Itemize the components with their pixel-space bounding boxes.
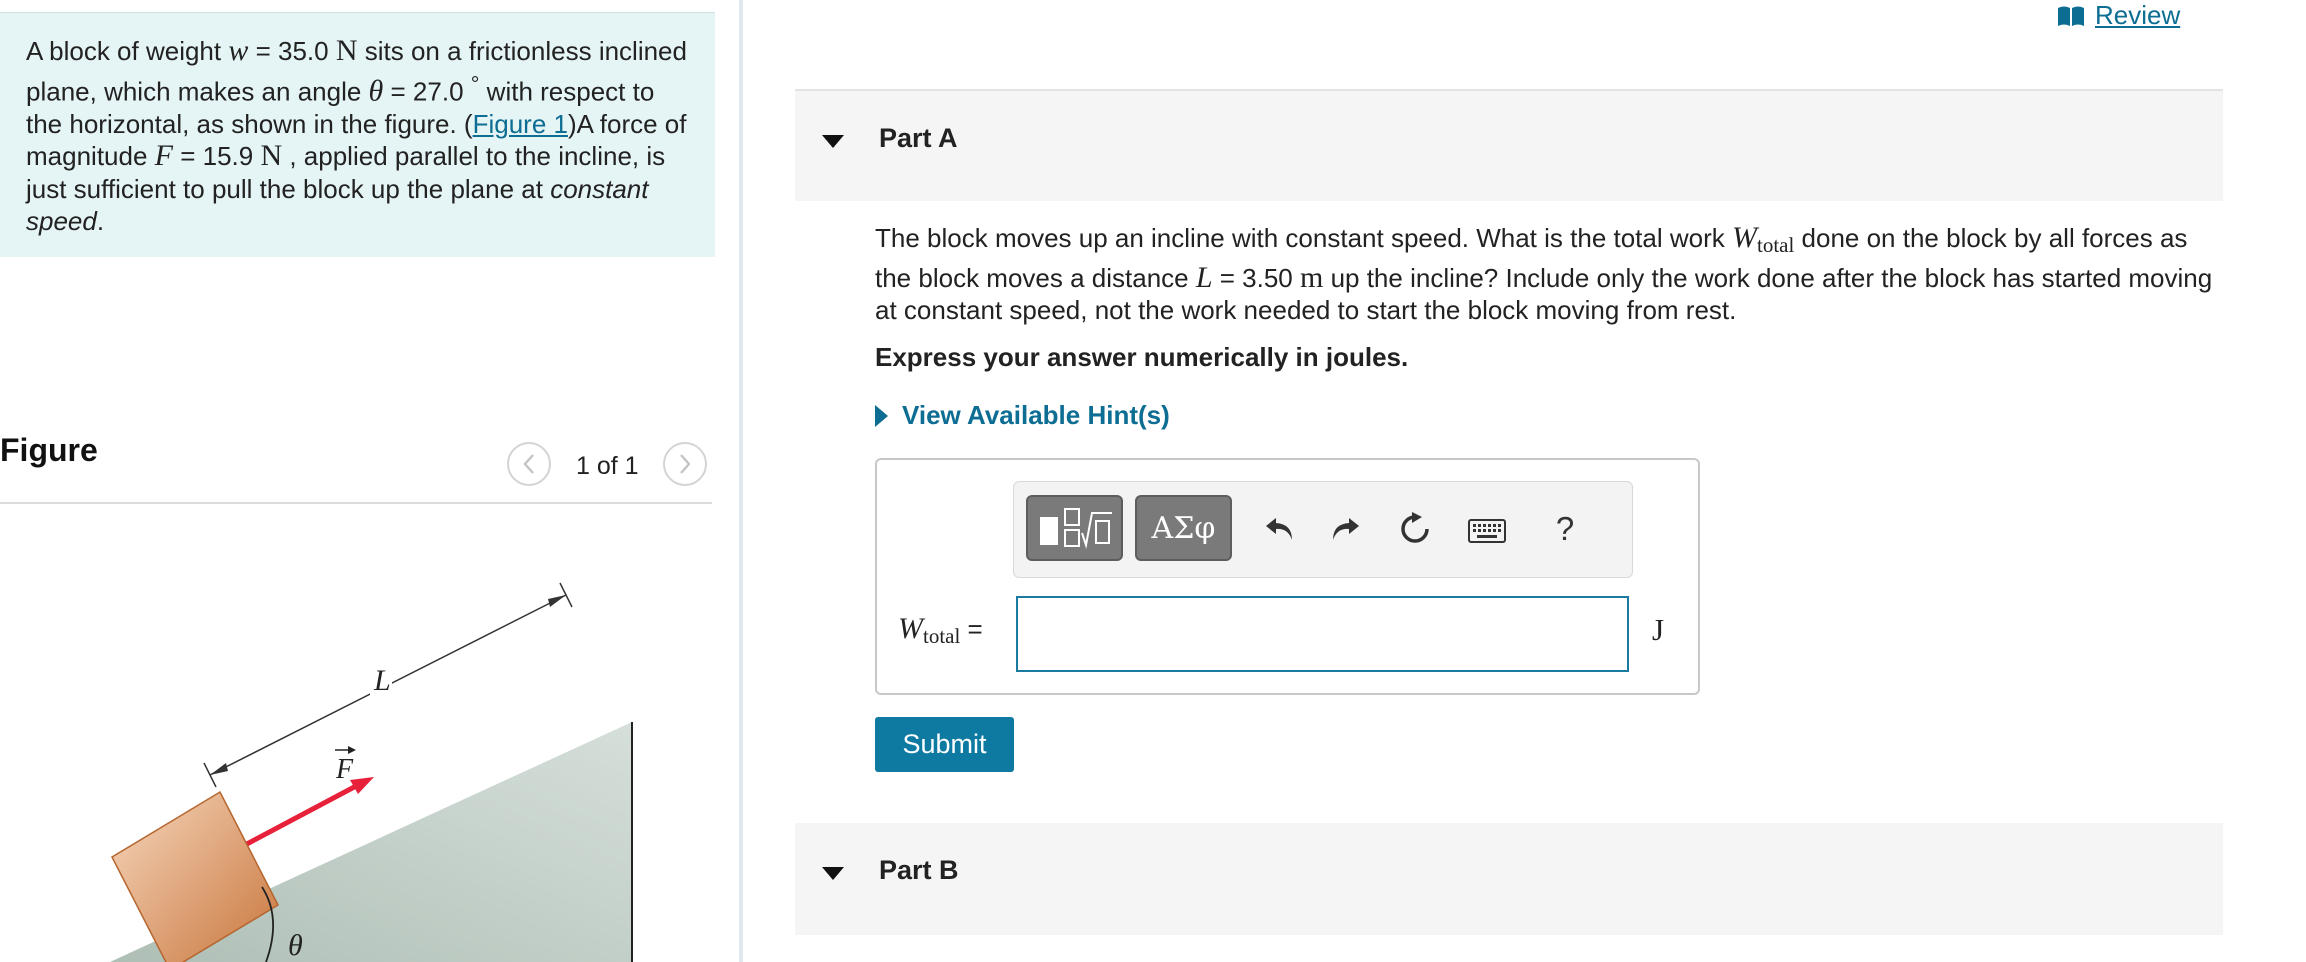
review-link[interactable]: Review	[2057, 0, 2180, 31]
figure-counter: 1 of 1	[576, 452, 639, 480]
work-symbol: W	[1731, 221, 1757, 254]
figure-link[interactable]: Figure 1	[473, 109, 568, 139]
force-arrow-head	[350, 777, 374, 794]
problem-text: = 27.0	[383, 76, 471, 107]
weight-symbol: w	[228, 34, 249, 67]
answer-equals: =	[960, 614, 983, 644]
answer-work-symbol: W	[898, 612, 923, 645]
chevron-right-icon	[680, 454, 691, 474]
label-F: F	[335, 754, 354, 785]
submit-button[interactable]: Submit	[875, 717, 1014, 772]
distance-arrow-right	[548, 595, 566, 607]
part-a-title: Part A	[879, 123, 958, 153]
symbols-button[interactable]: ΑΣφ	[1135, 495, 1232, 561]
redo-icon	[1333, 518, 1359, 540]
math-toolbar: ΑΣφ ?	[1013, 481, 1633, 578]
incline-figure: L F θ	[110, 582, 633, 962]
figure-next-button[interactable]	[663, 442, 707, 486]
label-L: L	[373, 664, 391, 697]
force-arrow-shaft	[243, 782, 360, 848]
part-a-header[interactable]: Part A	[795, 89, 2223, 201]
keyboard-icon	[1468, 519, 1506, 543]
review-label: Review	[2095, 0, 2181, 30]
problem-text: A block of weight	[26, 36, 229, 66]
label-F-vector-head	[348, 746, 356, 754]
answer-label: Wtotal =	[898, 612, 983, 649]
problem-text: = 15.9	[172, 141, 261, 172]
part-b-header[interactable]: Part B	[795, 823, 2223, 935]
unit-meter: m	[1300, 260, 1324, 294]
answer-unit: J	[1652, 612, 1665, 647]
problem-text: = 35.0	[248, 36, 336, 66]
book-icon	[2058, 6, 2084, 26]
hint-toggle[interactable]: View Available Hint(s)	[875, 400, 1170, 431]
question-fragment: The block moves up an incline with const…	[875, 223, 1732, 253]
redo-button[interactable]	[1323, 507, 1367, 551]
theta-symbol: θ	[368, 74, 384, 108]
force-symbol: F	[154, 139, 173, 173]
label-theta: θ	[288, 929, 303, 962]
question-fragment: = 3.50	[1212, 262, 1300, 293]
hint-label: View Available Hint(s)	[902, 400, 1170, 430]
answer-instruction: Express your answer numerically in joule…	[875, 342, 1409, 372]
reset-button[interactable]	[1393, 507, 1437, 551]
distance-symbol: L	[1195, 260, 1213, 294]
pane-divider[interactable]	[739, 0, 743, 962]
problem-statement: A block of weight w = 35.0 N sits on a f…	[0, 12, 715, 257]
caret-down-icon	[822, 867, 844, 880]
caret-down-icon	[822, 135, 844, 148]
answer-work-subscript: total	[923, 624, 961, 648]
question-text: The block moves up an incline with const…	[875, 221, 2225, 327]
figure-title: Figure	[0, 432, 98, 468]
figure-divider	[0, 502, 712, 504]
undo-button[interactable]	[1258, 507, 1302, 551]
templates-button[interactable]	[1026, 495, 1123, 561]
figure-prev-button[interactable]	[507, 442, 551, 486]
chevron-left-icon	[523, 454, 534, 474]
work-subscript: total	[1756, 233, 1795, 257]
caret-right-icon	[875, 404, 888, 427]
keyboard-button[interactable]	[1465, 509, 1509, 553]
part-b-title: Part B	[879, 855, 959, 885]
problem-text: .	[96, 206, 105, 237]
reset-icon	[1401, 512, 1429, 543]
unit-newton: N	[260, 139, 283, 173]
templates-icon	[1039, 508, 1112, 549]
distance-arrow-left	[210, 763, 228, 775]
undo-icon	[1266, 518, 1292, 540]
answer-input[interactable]	[1016, 596, 1629, 672]
unit-newton: N	[335, 34, 358, 67]
help-button[interactable]: ?	[1543, 507, 1587, 551]
